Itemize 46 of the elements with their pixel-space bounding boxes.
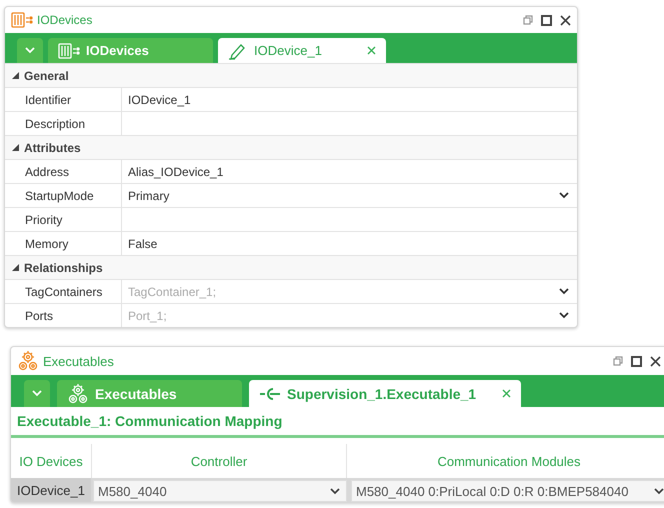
property-label: Ports [5,304,122,327]
property-value[interactable]: Alias_IODevice_1 [122,160,577,183]
plug-icon [259,386,281,402]
column-header: Communication Modules [436,452,582,470]
restore-icon[interactable] [523,15,533,25]
property-value[interactable]: IODevice_1 [122,88,577,111]
mapping-heading: Executable_1: Communication Mapping [11,407,664,438]
gears-icon [67,382,89,404]
chevron-down-icon [559,312,569,319]
property-label: Identifier [5,88,122,111]
close-icon[interactable] [650,356,661,366]
section-title: General [24,68,69,82]
table-cell: IODevice_1 [11,478,91,502]
property-label: Priority [5,208,122,231]
expanded-icon[interactable] [11,263,20,272]
close-tab-icon[interactable] [367,46,376,55]
property-value[interactable]: False [122,232,577,255]
chevron-down-icon [559,288,569,295]
expanded-icon[interactable] [11,143,20,152]
chevron-down-icon [559,192,569,199]
section-header[interactable]: General [5,63,577,87]
restore-icon[interactable] [613,356,623,366]
section-header[interactable]: Relationships [5,255,577,279]
device-rack-icon [11,12,33,28]
module-dropdown[interactable]: M580_4040 0:PriLocal 0:D 0:R 0:BMEP584040 [351,480,664,502]
section-header[interactable]: Attributes [5,135,577,159]
section-title: Relationships [24,260,103,274]
window-title: Executables [43,354,114,368]
property-label: TagContainers [5,280,122,303]
close-icon[interactable] [560,14,571,26]
section-title: Attributes [24,140,81,154]
gears-icon [17,350,39,372]
close-tab-icon[interactable] [502,389,511,398]
maximize-icon[interactable] [541,14,552,26]
chevron-down-icon [330,488,340,494]
window-title: IODevices [37,13,92,27]
chevron-down-icon [25,47,35,54]
property-label: StartupMode [5,184,122,207]
device-rack-icon [58,42,80,58]
maximize-icon[interactable] [631,356,642,366]
chevron-down-icon [32,390,42,397]
property-dropdown[interactable]: Primary [122,184,577,207]
expanded-icon[interactable] [11,71,20,80]
property-label: Address [5,160,122,183]
chevron-down-icon [654,488,664,494]
controller-dropdown[interactable]: M580_4040 [93,480,347,502]
